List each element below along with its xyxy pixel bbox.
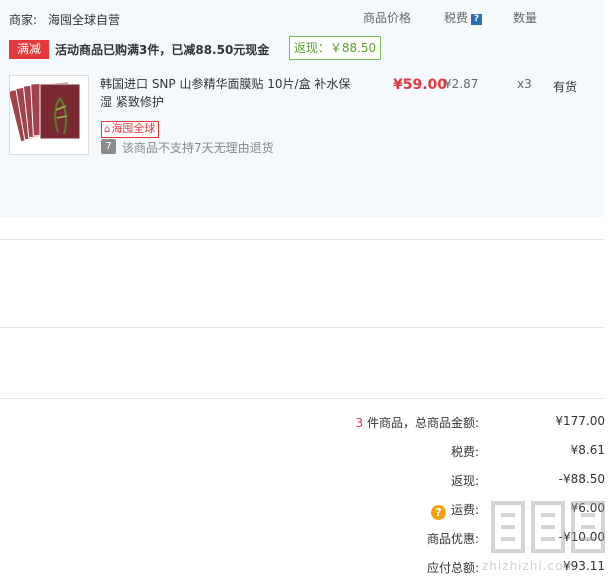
section-divider [0,398,604,399]
product-thumbnail[interactable] [9,75,89,155]
summary-rebate-value: -¥88.50 [558,472,605,486]
section-divider [0,239,604,240]
tax-help-icon[interactable]: ? [471,14,483,25]
column-header-quantity: 数量 [513,11,538,25]
return-policy-note: 该商品不支持7天无理由退货 [122,141,274,155]
column-header-tax: 税费? [444,9,483,26]
watermark-text: zhizhizhi.com [482,559,577,573]
summary-shipping-text: 运费: [450,503,479,517]
summary-tax-value: ¥8.61 [570,443,605,457]
column-header-tax-label: 税费 [444,11,469,25]
product-title[interactable]: 韩国进口 SNP 山参精华面膜贴 10片/盒 补水保湿 紧致修护 [100,75,355,111]
summary-item-count: 3 [355,416,364,430]
promotion-tag: 满减 [9,40,49,59]
return-policy-icon: 7 [101,139,116,154]
stock-status: 有货 [553,80,578,94]
summary-total-text: 件商品，总商品金额: [363,416,479,430]
summary-total-value: ¥177.00 [555,414,605,428]
merchant-label: 商家: [9,13,38,27]
promotion-text: 活动商品已购满3件，已减88.50元现金 [55,43,270,57]
summary-payable-label: 应付总额: [426,561,479,575]
item-tax: ¥2.87 [444,77,479,91]
item-price: ¥59.00 [393,77,448,93]
item-quantity: x3 [517,77,532,91]
summary-total-label: 3 件商品，总商品金额: [356,414,480,431]
summary-tax-label: 税费: [450,445,479,459]
section-divider [0,327,604,328]
summary-shipping-label: ? 运费: [430,501,479,520]
rebate-badge: 返现：￥88.50 [289,36,381,60]
merchant-name[interactable]: 海囤全球自营 [48,11,120,28]
order-item-panel: 商家: 海囤全球自营 商品价格 税费? 数量 满减 活动商品已购满3件，已减88… [0,0,604,217]
global-brand-icon: ⌂ [104,124,111,135]
summary-rebate-label: 返现: [450,474,479,488]
column-header-price: 商品价格 [363,11,412,25]
shipping-help-icon[interactable]: ? [430,505,446,520]
global-brand-label: 海囤全球 [111,122,156,135]
global-brand-tag: ⌂海囤全球 [101,121,160,138]
summary-discount-label: 商品优惠: [426,532,479,546]
product-image [10,76,88,154]
